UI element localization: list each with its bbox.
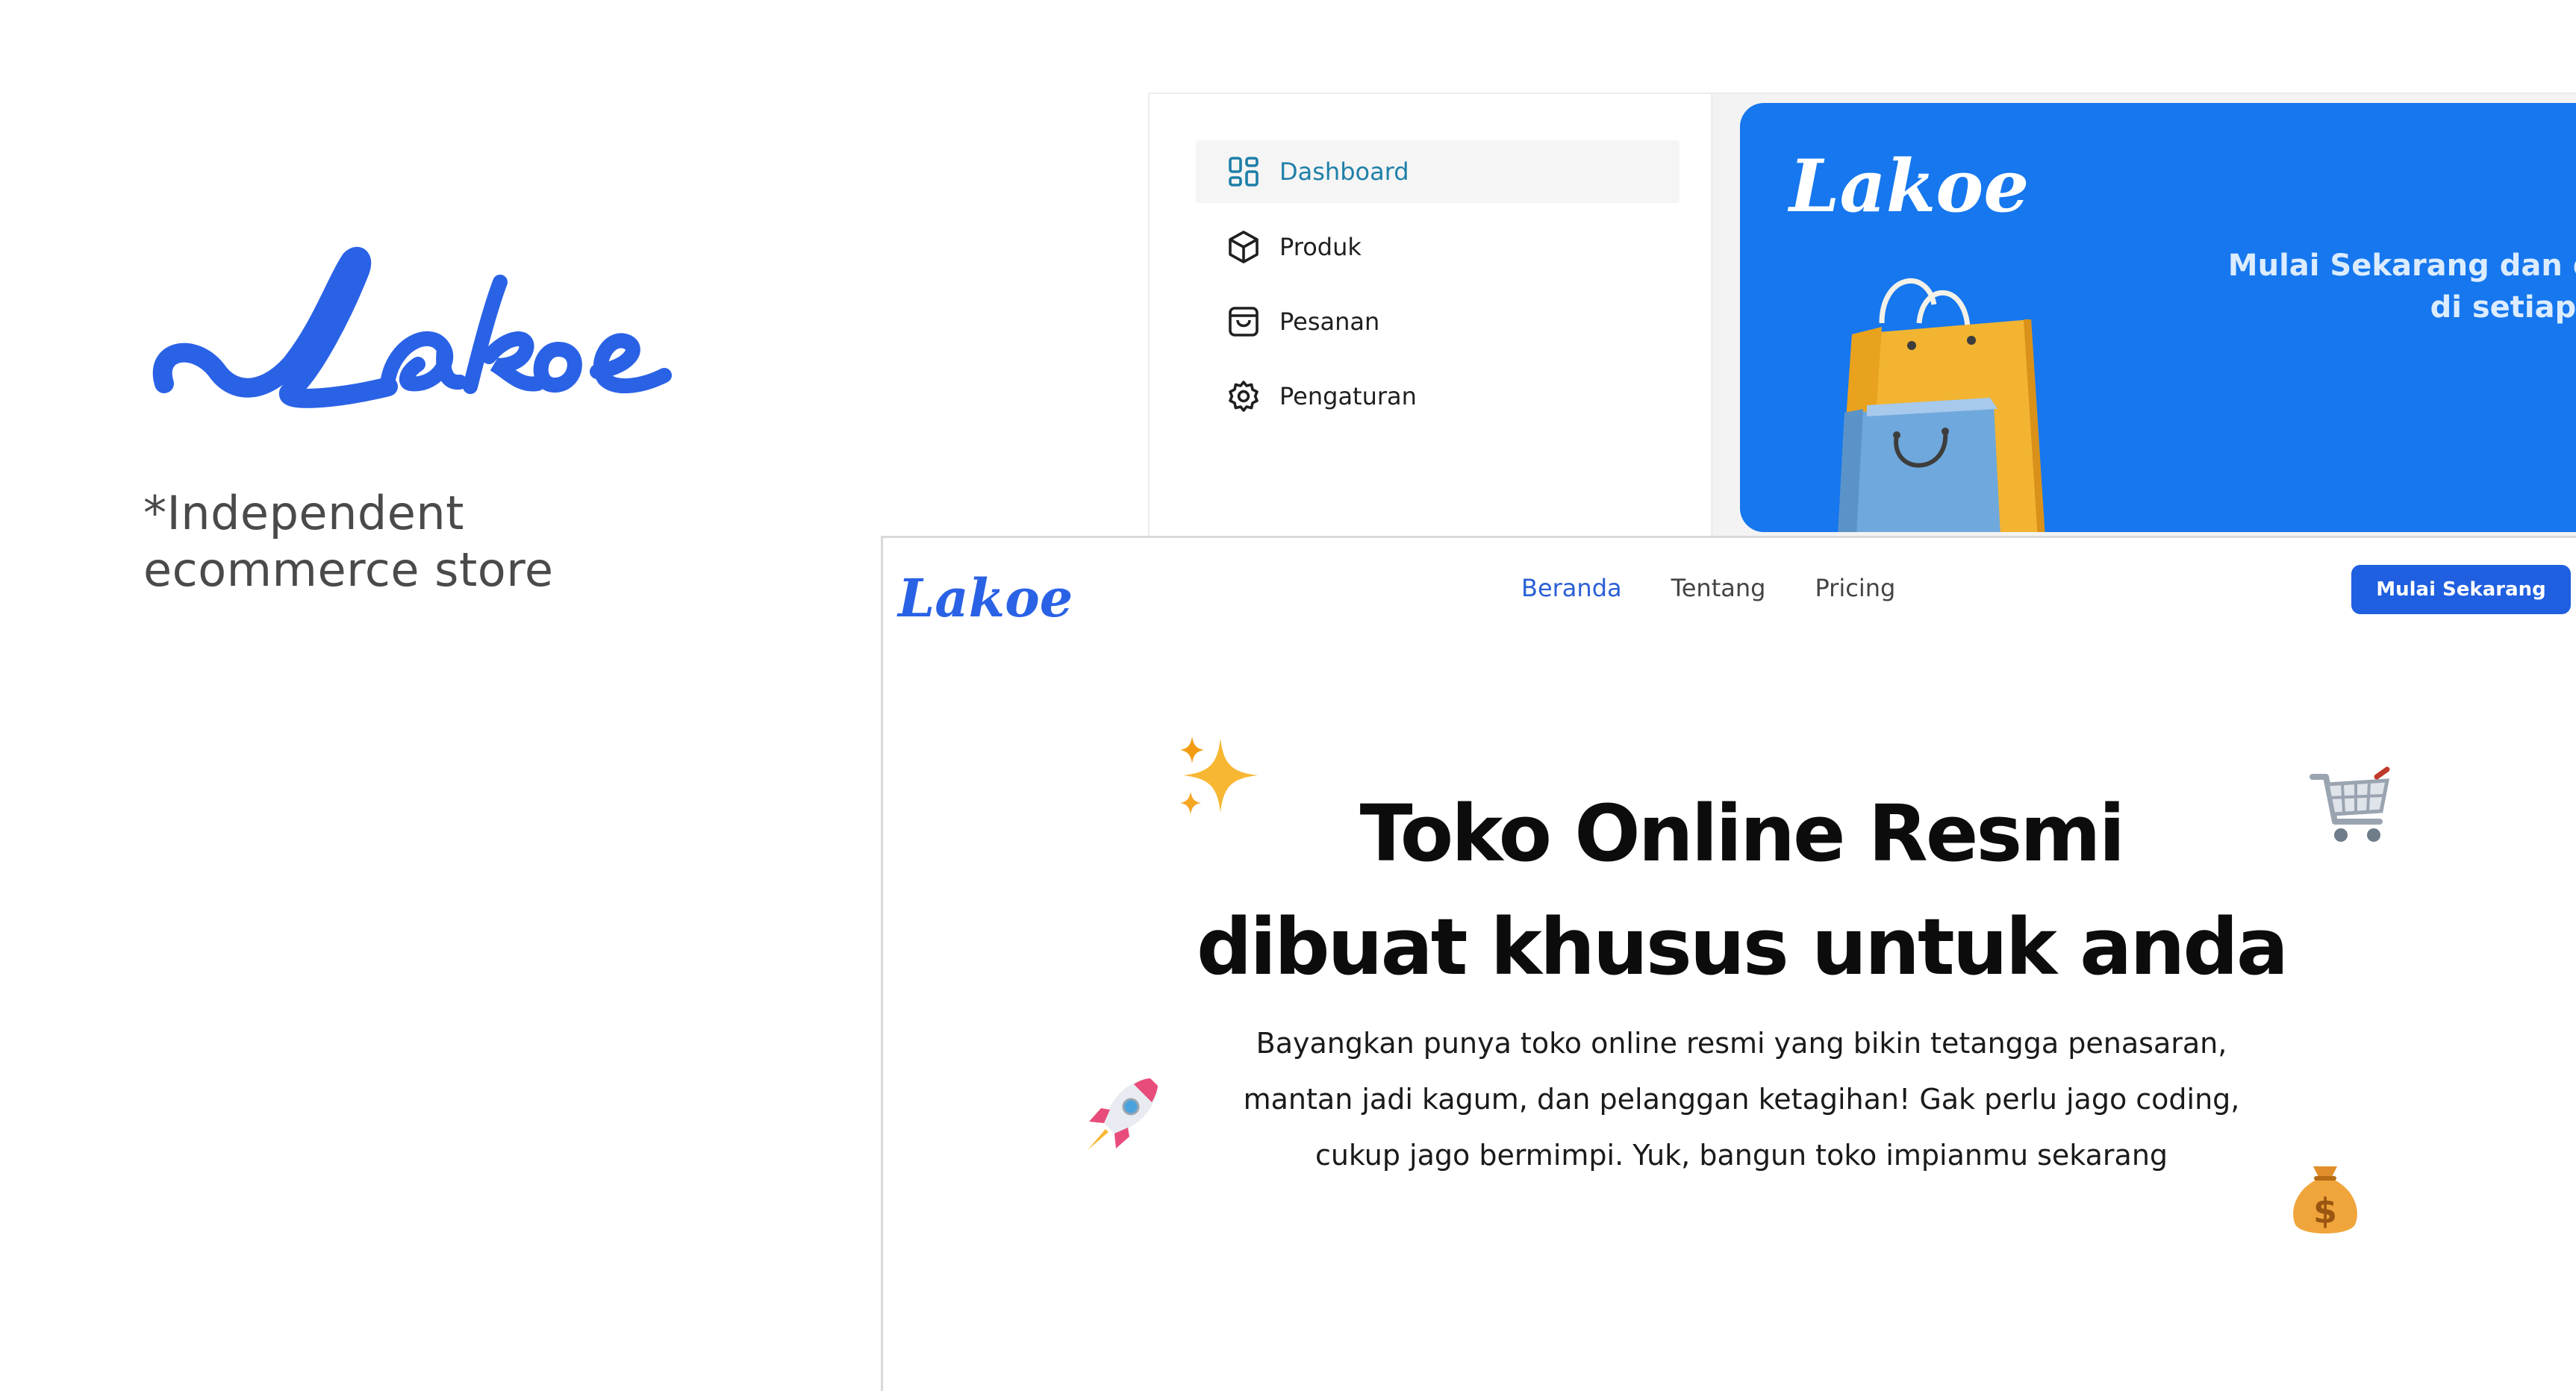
brand-logo: [152, 246, 672, 408]
dashboard-main: Lakoe Mulai Sekarang dan dap di setiap t…: [1713, 94, 2576, 542]
sidebar-item-label: Pesanan: [1279, 307, 1380, 336]
shopping-bag-icon: [1226, 304, 1262, 340]
banner-line-2: di setiap tra: [2430, 290, 2576, 325]
box-icon: [1226, 229, 1262, 265]
hero-title-line-2: dibuat khusus untuk anda: [1196, 901, 2289, 993]
sidebar-item-produk[interactable]: Produk: [1196, 216, 1680, 278]
banner-line-1: Mulai Sekarang dan dap: [2227, 248, 2576, 283]
landing-page-screenshot: Lakoe Beranda Tentang Pricing Mulai Seka…: [881, 536, 2576, 1391]
sidebar-item-pesanan[interactable]: Pesanan: [1196, 290, 1680, 353]
nav-beranda[interactable]: Beranda: [1521, 574, 1622, 602]
hero-description-line-3: cukup jago bermimpi. Yuk, bangun toko im…: [1314, 1139, 2168, 1172]
sidebar-item-pengaturan[interactable]: Pengaturan: [1196, 365, 1680, 428]
dashboard-screenshot: Dashboard Produk Pesanan Pengaturan Lako…: [1148, 93, 2576, 542]
promo-banner: Lakoe Mulai Sekarang dan dap di setiap t…: [1740, 103, 2576, 532]
main-nav: Beranda Tentang Pricing: [1521, 574, 1895, 602]
hero-title: Toko Online Resmi dibuat khusus untuk an…: [1032, 777, 2451, 1004]
landing-logo[interactable]: Lakoe: [898, 565, 1073, 632]
sidebar-item-dashboard[interactable]: Dashboard: [1196, 140, 1680, 203]
nav-tentang[interactable]: Tentang: [1671, 574, 1766, 602]
gear-icon: [1226, 378, 1262, 414]
mulai-sekarang-button[interactable]: Mulai Sekarang: [2351, 565, 2571, 614]
sidebar-item-label: Dashboard: [1279, 157, 1409, 186]
brand-tagline: *Independent ecommerce store: [143, 486, 554, 597]
hero-description: Bayangkan punya toko online resmi yang b…: [1107, 1016, 2376, 1184]
hero-title-line-1: Toko Online Resmi: [1359, 788, 2126, 879]
hero-description-line-1: Bayangkan punya toko online resmi yang b…: [1256, 1027, 2227, 1060]
banner-logo: Lakoe: [1789, 144, 2030, 228]
nav-pricing[interactable]: Pricing: [1815, 574, 1895, 602]
sidebar-item-label: Pengaturan: [1279, 382, 1417, 410]
sidebar-item-label: Produk: [1279, 233, 1362, 261]
dashboard-sidebar: Dashboard Produk Pesanan Pengaturan: [1150, 94, 1713, 542]
svg-text:$: $: [2313, 1191, 2337, 1231]
dashboard-grid-icon: [1226, 154, 1262, 190]
banner-headline: Mulai Sekarang dan dap di setiap tra: [2173, 245, 2576, 328]
hero-description-line-2: mantan jadi kagum, dan pelanggan ketagih…: [1243, 1083, 2240, 1116]
shopping-bags-image: [1838, 278, 2045, 532]
